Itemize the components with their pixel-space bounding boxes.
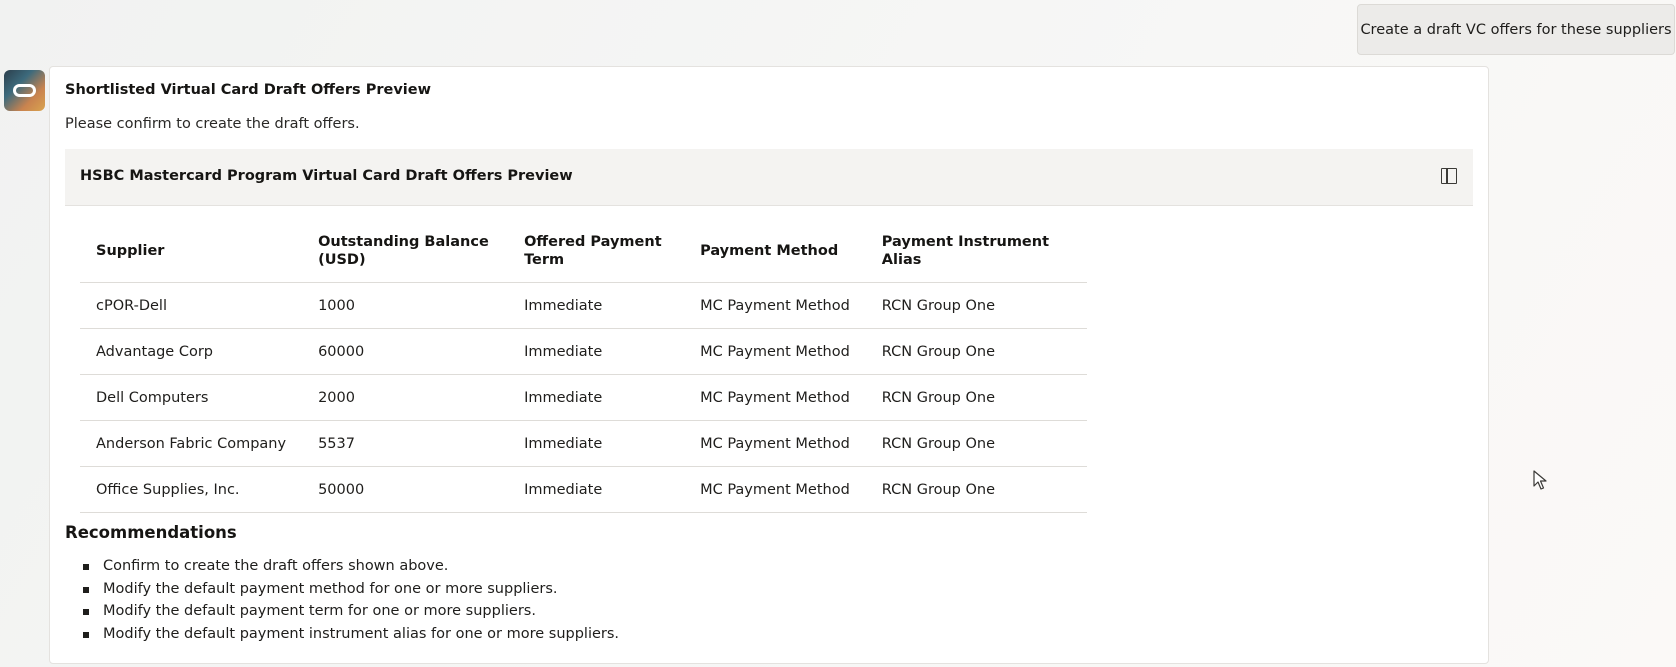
cell-payment-method: MC Payment Method xyxy=(684,328,866,375)
cell-supplier: Dell Computers xyxy=(80,374,303,421)
cell-instrument-alias: RCN Group One xyxy=(865,282,1087,329)
cell-supplier: Advantage Corp xyxy=(80,328,303,375)
cell-payment-method: MC Payment Method xyxy=(684,420,866,467)
list-item: Modify the default payment instrument al… xyxy=(82,623,619,646)
list-item: Confirm to create the draft offers shown… xyxy=(82,555,619,578)
cell-instrument-alias: RCN Group One xyxy=(865,328,1087,375)
cell-payment-term: Immediate xyxy=(508,328,685,375)
column-header: Outstanding Balance (USD) xyxy=(302,219,509,283)
cell-instrument-alias: RCN Group One xyxy=(865,374,1087,421)
cell-payment-method: MC Payment Method xyxy=(684,282,866,329)
response-subtitle: Please confirm to create the draft offer… xyxy=(65,116,360,132)
column-header: Payment Instrument Alias xyxy=(865,219,1087,283)
assistant-response-card: Shortlisted Virtual Card Draft Offers Pr… xyxy=(49,66,1489,664)
cell-supplier: Anderson Fabric Company xyxy=(80,420,303,467)
cell-payment-term: Immediate xyxy=(508,374,685,421)
cell-balance: 60000 xyxy=(302,328,509,375)
cell-payment-term: Immediate xyxy=(508,466,685,513)
cell-supplier: cPOR-Dell xyxy=(80,282,303,329)
cell-balance: 5537 xyxy=(302,420,509,467)
table-row: Advantage Corp 60000 Immediate MC Paymen… xyxy=(80,328,1087,375)
recommendations-list: Confirm to create the draft offers shown… xyxy=(65,555,619,645)
response-title: Shortlisted Virtual Card Draft Offers Pr… xyxy=(65,82,431,98)
cell-supplier: Office Supplies, Inc. xyxy=(80,466,303,513)
oracle-assistant-avatar-icon xyxy=(4,70,45,111)
table-row: Anderson Fabric Company 5537 Immediate M… xyxy=(80,420,1087,467)
cell-instrument-alias: RCN Group One xyxy=(865,420,1087,467)
user-message-text: Create a draft VC offers for these suppl… xyxy=(1360,21,1672,38)
table-row: Dell Computers 2000 Immediate MC Payment… xyxy=(80,374,1087,421)
recommendations-heading: Recommendations xyxy=(65,523,237,542)
cell-payment-term: Immediate xyxy=(508,282,685,329)
cell-payment-method: MC Payment Method xyxy=(684,374,866,421)
table-row: Office Supplies, Inc. 50000 Immediate MC… xyxy=(80,466,1087,513)
cell-balance: 2000 xyxy=(302,374,509,421)
list-item: Modify the default payment method for on… xyxy=(82,578,619,601)
draft-offers-table: Supplier Outstanding Balance (USD) Offer… xyxy=(80,219,1087,513)
oracle-logo-ring xyxy=(13,84,36,97)
user-message-bubble: Create a draft VC offers for these suppl… xyxy=(1357,4,1675,55)
mouse-pointer-icon xyxy=(1533,470,1547,490)
cell-balance: 1000 xyxy=(302,282,509,329)
offers-preview-panel-header: HSBC Mastercard Program Virtual Card Dra… xyxy=(65,149,1473,206)
cell-payment-term: Immediate xyxy=(508,420,685,467)
cell-payment-method: MC Payment Method xyxy=(684,466,866,513)
cell-balance: 50000 xyxy=(302,466,509,513)
column-header: Supplier xyxy=(80,219,303,283)
column-header: Payment Method xyxy=(684,219,866,283)
list-item: Modify the default payment term for one … xyxy=(82,600,619,623)
table-header-row: Supplier Outstanding Balance (USD) Offer… xyxy=(80,219,1087,283)
panel-title: HSBC Mastercard Program Virtual Card Dra… xyxy=(80,168,573,184)
column-header: Offered Payment Term xyxy=(508,219,685,283)
side-panel-icon[interactable] xyxy=(1441,168,1457,184)
table-row: cPOR-Dell 1000 Immediate MC Payment Meth… xyxy=(80,282,1087,329)
cell-instrument-alias: RCN Group One xyxy=(865,466,1087,513)
